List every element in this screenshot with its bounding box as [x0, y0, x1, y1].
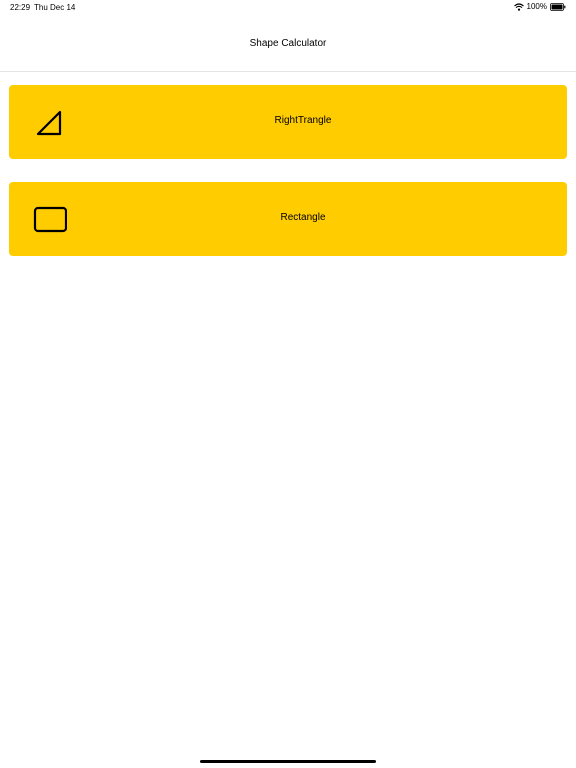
page-title: Shape Calculator — [249, 38, 327, 49]
status-date: Thu Dec 14 — [34, 3, 76, 12]
navigation-bar: Shape Calculator — [0, 16, 576, 72]
right-triangle-label: RightTrangle — [274, 115, 332, 126]
shape-list: RightTrangle Rectangle — [9, 85, 567, 279]
status-indicators: 100% — [513, 2, 566, 11]
battery-icon — [550, 2, 566, 11]
rectangle-label: Rectangle — [280, 212, 326, 223]
home-indicator[interactable] — [200, 760, 376, 763]
rectangle-button[interactable]: Rectangle — [9, 182, 567, 256]
status-bar: 22:29 Thu Dec 14 100% — [0, 0, 576, 16]
wifi-icon — [513, 2, 524, 11]
status-time: 22:29 — [10, 3, 31, 12]
battery-percent: 100% — [526, 2, 547, 11]
right-triangle-button[interactable]: RightTrangle — [9, 85, 567, 159]
